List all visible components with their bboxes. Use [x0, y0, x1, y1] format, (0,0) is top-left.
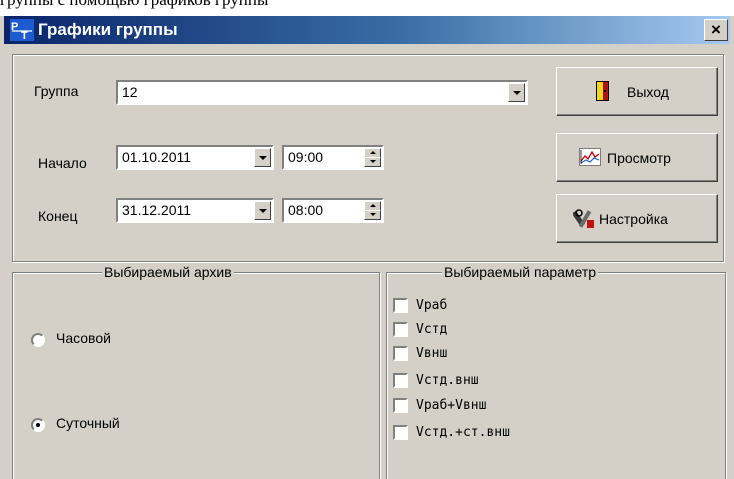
app-icon: P T: [10, 19, 34, 41]
hourly-radio-label: Часовой: [56, 330, 111, 346]
end-label: Конец: [38, 208, 78, 224]
end-time-value: 08:00: [288, 202, 324, 218]
view-button-label: Просмотр: [607, 150, 671, 166]
chevron-down-icon[interactable]: [254, 201, 271, 220]
archive-group-title: Выбираемый архив: [102, 264, 234, 280]
spin-down-icon[interactable]: [364, 210, 381, 220]
group-select-value: 12: [122, 84, 138, 100]
start-time-value: 09:00: [288, 149, 324, 165]
exit-button-label: Выход: [627, 84, 669, 100]
param-checkbox[interactable]: [393, 425, 408, 440]
param-label: Vстд: [416, 322, 448, 337]
chevron-down-icon[interactable]: [508, 83, 525, 102]
spin-down-icon[interactable]: [364, 157, 381, 167]
param-checkbox[interactable]: [393, 346, 408, 361]
settings-button[interactable]: Настройка: [556, 194, 718, 243]
background-text: группы с помощью графиков группы: [0, 0, 268, 10]
start-date-value: 01.10.2011: [122, 149, 192, 165]
dialog-window: группы с помощью графиков группы P T Гра…: [0, 0, 734, 479]
door-exit-icon: [596, 81, 609, 101]
hourly-radio[interactable]: [31, 333, 45, 347]
end-date-picker[interactable]: 31.12.2011: [116, 198, 274, 223]
chevron-down-icon[interactable]: [254, 148, 271, 167]
daily-radio-label: Суточный: [56, 415, 120, 431]
end-date-value: 31.12.2011: [122, 202, 192, 218]
param-label: Vстд.внш: [416, 373, 479, 388]
param-checkbox[interactable]: [393, 298, 408, 313]
start-date-picker[interactable]: 01.10.2011: [116, 145, 274, 170]
param-label: Vраб: [416, 298, 448, 313]
spin-buttons: [364, 201, 381, 220]
chart-icon: [579, 148, 601, 166]
title-bar[interactable]: P T Графики группы ×: [4, 16, 730, 44]
view-button[interactable]: Просмотр: [556, 133, 718, 182]
end-time-spinner[interactable]: 08:00: [282, 198, 384, 223]
close-button[interactable]: ×: [704, 19, 728, 41]
spin-buttons: [364, 148, 381, 167]
close-icon: ×: [711, 20, 721, 39]
param-checkbox[interactable]: [393, 373, 408, 388]
param-label: Vвнш: [416, 346, 448, 361]
daily-radio[interactable]: [31, 418, 45, 432]
background-document-strip: группы с помощью графиков группы: [0, 0, 734, 16]
settings-button-label: Настройка: [599, 211, 668, 227]
param-group-title: Выбираемый параметр: [442, 264, 599, 280]
param-label: Vраб+Vвнш: [416, 398, 487, 413]
param-label: Vстд.+ст.внш: [416, 425, 510, 440]
group-label: Группа: [34, 83, 79, 99]
window-title: Графики группы: [38, 20, 178, 39]
svg-text:T: T: [21, 30, 28, 41]
start-time-spinner[interactable]: 09:00: [282, 145, 384, 170]
exit-button[interactable]: Выход: [556, 67, 718, 116]
start-label: Начало: [38, 155, 87, 171]
tools-icon: [573, 209, 594, 228]
archive-group: [12, 272, 380, 479]
param-checkbox[interactable]: [393, 322, 408, 337]
group-select[interactable]: 12: [116, 80, 528, 105]
param-checkbox[interactable]: [393, 398, 408, 413]
